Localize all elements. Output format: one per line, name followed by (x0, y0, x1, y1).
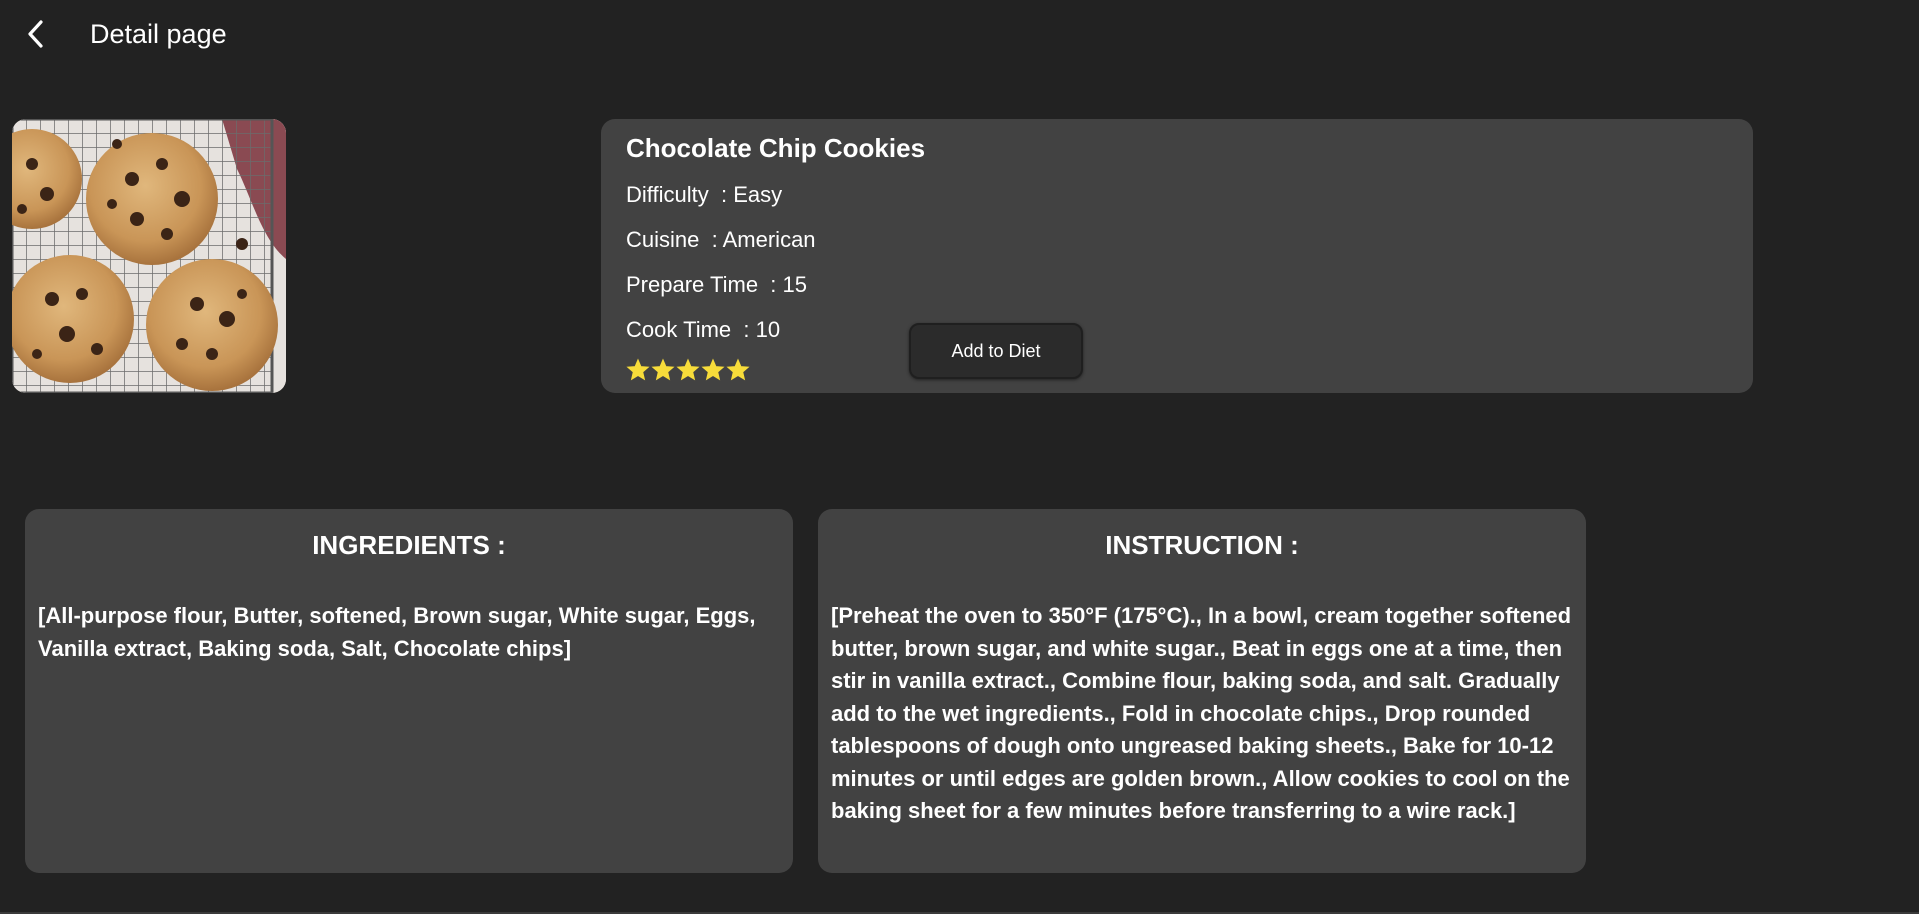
ingredients-title: INGREDIENTS : (312, 530, 506, 560)
cook-time-label: Cook Time (626, 317, 732, 342)
separator: : (708, 182, 734, 207)
cuisine-label: Cuisine (626, 227, 700, 252)
ingredients-text: [All-purpose flour, Butter, softened, Br… (38, 603, 756, 661)
instruction-title: INSTRUCTION : (1105, 530, 1299, 560)
star-icon (651, 358, 675, 381)
back-button[interactable] (18, 14, 54, 54)
star-icon (726, 358, 750, 381)
star-icon (701, 358, 725, 381)
prepare-time-label: Prepare Time (626, 272, 759, 297)
cook-time-row: Cook Time : 10 (626, 316, 780, 344)
cookies-photo (12, 119, 286, 393)
rating-stars (626, 358, 750, 382)
difficulty-value: Easy (733, 182, 783, 207)
cuisine-value: American (722, 227, 816, 252)
separator: : (731, 317, 756, 342)
cuisine-row: Cuisine : American (626, 226, 816, 254)
ingredients-panel: INGREDIENTS : [All-purpose flour, Butter… (25, 509, 793, 873)
prepare-time-row: Prepare Time : 15 (626, 271, 807, 299)
star-icon (676, 358, 700, 381)
cook-time-value: 10 (755, 317, 781, 342)
difficulty-row: Difficulty : Easy (626, 181, 782, 209)
instruction-panel: INSTRUCTION : [Preheat the oven to 350°F… (818, 509, 1586, 873)
difficulty-label: Difficulty (626, 182, 709, 207)
recipe-info-card: Chocolate Chip Cookies Difficulty : Easy… (601, 119, 1753, 393)
separator: : (699, 227, 723, 252)
page-title: Detail page (90, 19, 227, 49)
detail-page: Detail page Chocolate Chip Cookies Diffi… (0, 0, 1919, 914)
recipe-name: Chocolate Chip Cookies (626, 133, 926, 163)
separator: : (758, 272, 783, 297)
app-bar: Detail page (0, 0, 1919, 68)
instruction-text: [Preheat the oven to 350°F (175°C)., In … (831, 603, 1572, 823)
prepare-time-value: 15 (782, 272, 807, 297)
add-to-diet-button[interactable]: Add to Diet (909, 323, 1083, 379)
star-icon (626, 358, 650, 381)
recipe-image (12, 119, 286, 393)
chevron-left-icon (28, 20, 43, 48)
